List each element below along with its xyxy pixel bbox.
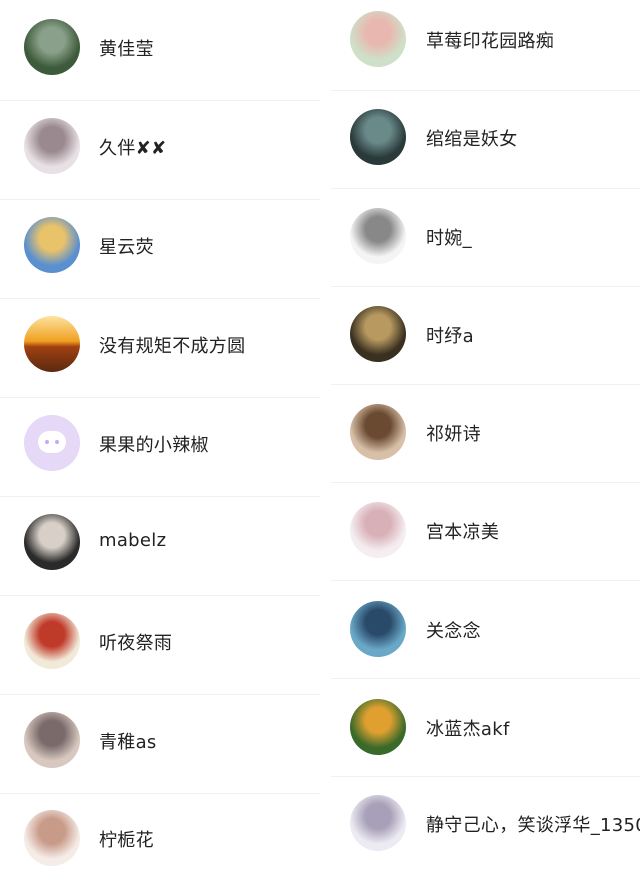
contact-row[interactable]: 时婉_ xyxy=(331,189,640,287)
user-photo-avatar[interactable] xyxy=(350,404,406,460)
sketch-avatar[interactable] xyxy=(350,208,406,264)
contact-name: 静守己心，笑谈浮华_13502 xyxy=(426,815,640,836)
anime-character-avatar[interactable] xyxy=(350,601,406,657)
anime-character-avatar[interactable] xyxy=(24,217,80,273)
contact-name: 黄佳莹 xyxy=(99,39,154,60)
contact-row[interactable]: 黄佳莹 xyxy=(0,0,320,101)
contact-name: 关念念 xyxy=(426,621,481,642)
contact-row[interactable]: 冰蓝杰akf xyxy=(331,679,640,777)
contact-name: 祁妍诗 xyxy=(426,424,481,445)
user-photo-avatar[interactable] xyxy=(350,109,406,165)
user-photo-avatar[interactable] xyxy=(24,19,80,75)
contact-row[interactable]: 星云荧 xyxy=(0,200,320,299)
user-photo-avatar[interactable] xyxy=(24,712,80,768)
contact-name: 时纾a xyxy=(426,326,474,347)
contact-name: mabelz xyxy=(99,530,167,551)
contact-row[interactable]: 静守己心，笑谈浮华_13502 xyxy=(331,777,640,874)
contact-row[interactable]: 青稚as xyxy=(0,695,320,794)
illustration-avatar[interactable] xyxy=(350,699,406,755)
user-photo-avatar[interactable] xyxy=(350,11,406,67)
contact-name: 没有规矩不成方圆 xyxy=(99,336,246,357)
contact-row[interactable]: 果果的小辣椒 xyxy=(0,398,320,497)
contact-name: 草莓印花园路痴 xyxy=(426,31,555,52)
contact-row[interactable]: 宫本凉美 xyxy=(331,483,640,581)
user-photo-avatar[interactable] xyxy=(24,118,80,174)
contact-name: 听夜祭雨 xyxy=(99,633,173,654)
anime-character-avatar[interactable] xyxy=(350,795,406,851)
contact-row[interactable]: 祁妍诗 xyxy=(331,385,640,483)
contact-name: 时婉_ xyxy=(426,228,472,249)
contact-row[interactable]: mabelz xyxy=(0,497,320,596)
contact-name: 绾绾是妖女 xyxy=(426,129,518,150)
contact-name: 久伴✘✘ xyxy=(99,138,167,159)
contact-name: 柠栀花 xyxy=(99,830,154,851)
contact-name: 果果的小辣椒 xyxy=(99,435,209,456)
contact-row[interactable]: 时纾a xyxy=(331,287,640,385)
contact-row[interactable]: 没有规矩不成方圆 xyxy=(0,299,320,398)
contact-name: 星云荧 xyxy=(99,237,154,258)
contact-name: 宫本凉美 xyxy=(426,522,500,543)
anime-character-avatar[interactable] xyxy=(24,810,80,866)
chat-bubble-icon xyxy=(38,431,66,453)
contact-row[interactable]: 柠栀花 xyxy=(0,794,320,893)
contact-name: 青稚as xyxy=(99,732,157,753)
user-photo-avatar[interactable] xyxy=(24,514,80,570)
contact-row[interactable]: 草莓印花园路痴 xyxy=(331,0,640,91)
illustration-avatar[interactable] xyxy=(350,502,406,558)
default-chat-bubble-avatar[interactable] xyxy=(24,415,80,471)
silhouette-photo-avatar[interactable] xyxy=(350,306,406,362)
contact-name: 冰蓝杰akf xyxy=(426,719,510,740)
sunset-avatar[interactable] xyxy=(24,316,80,372)
contact-row[interactable]: 绾绾是妖女 xyxy=(331,91,640,189)
contact-row[interactable]: 关念念 xyxy=(331,581,640,679)
contact-row[interactable]: 听夜祭雨 xyxy=(0,596,320,695)
illustration-avatar[interactable] xyxy=(24,613,80,669)
contact-row[interactable]: 久伴✘✘ xyxy=(0,101,320,200)
